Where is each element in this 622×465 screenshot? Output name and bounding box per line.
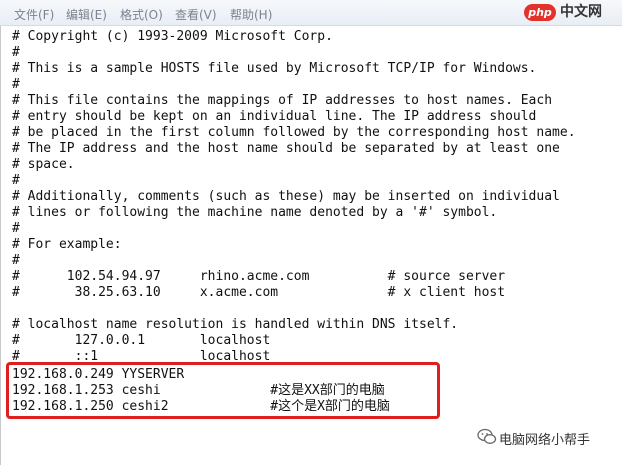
menu-file[interactable]: 文件(F)	[14, 6, 54, 23]
text-line: #	[12, 77, 20, 92]
menu-help[interactable]: 帮助(H)	[230, 6, 272, 23]
text-line: # Additionally, comments (such as these)…	[12, 189, 560, 204]
text-line: #	[12, 253, 20, 268]
menu-view[interactable]: 查看(V)	[175, 6, 217, 23]
text-line: #	[12, 173, 20, 188]
text-line: # be placed in the first column followed…	[12, 125, 576, 140]
text-line: # This file contains the mappings of IP …	[12, 93, 553, 108]
php-site-name: 中文网	[560, 4, 602, 20]
menu-edit[interactable]: 编辑(E)	[66, 6, 107, 23]
text-line: #	[12, 221, 20, 236]
text-line: # This is a sample HOSTS file used by Mi…	[12, 61, 537, 76]
text-line: # 127.0.0.1 localhost	[12, 333, 271, 348]
text-line: # Copyright (c) 1993-2009 Microsoft Corp…	[12, 29, 333, 44]
text-line: # The IP address and the host name shoul…	[12, 141, 560, 156]
text-line: # space.	[12, 157, 75, 172]
text-line: # 102.54.94.97 rhino.acme.com # source s…	[12, 269, 506, 284]
menu-format[interactable]: 格式(O)	[120, 6, 163, 23]
wechat-icon	[477, 428, 497, 444]
text-line: # 38.25.63.10 x.acme.com # x client host	[12, 285, 506, 300]
text-line: #	[12, 45, 20, 60]
wechat-brand-name: 电脑网络小帮手	[499, 433, 591, 448]
text-line: # entry should be kept on an individual …	[12, 109, 537, 124]
text-line: # localhost name resolution is handled w…	[12, 317, 459, 332]
text-line: # lines or following the machine name de…	[12, 205, 498, 220]
text-line: # For example:	[12, 237, 122, 252]
php-watermark: php 中文网	[524, 4, 616, 22]
php-logo: php	[524, 4, 556, 21]
highlight-box	[6, 362, 440, 419]
